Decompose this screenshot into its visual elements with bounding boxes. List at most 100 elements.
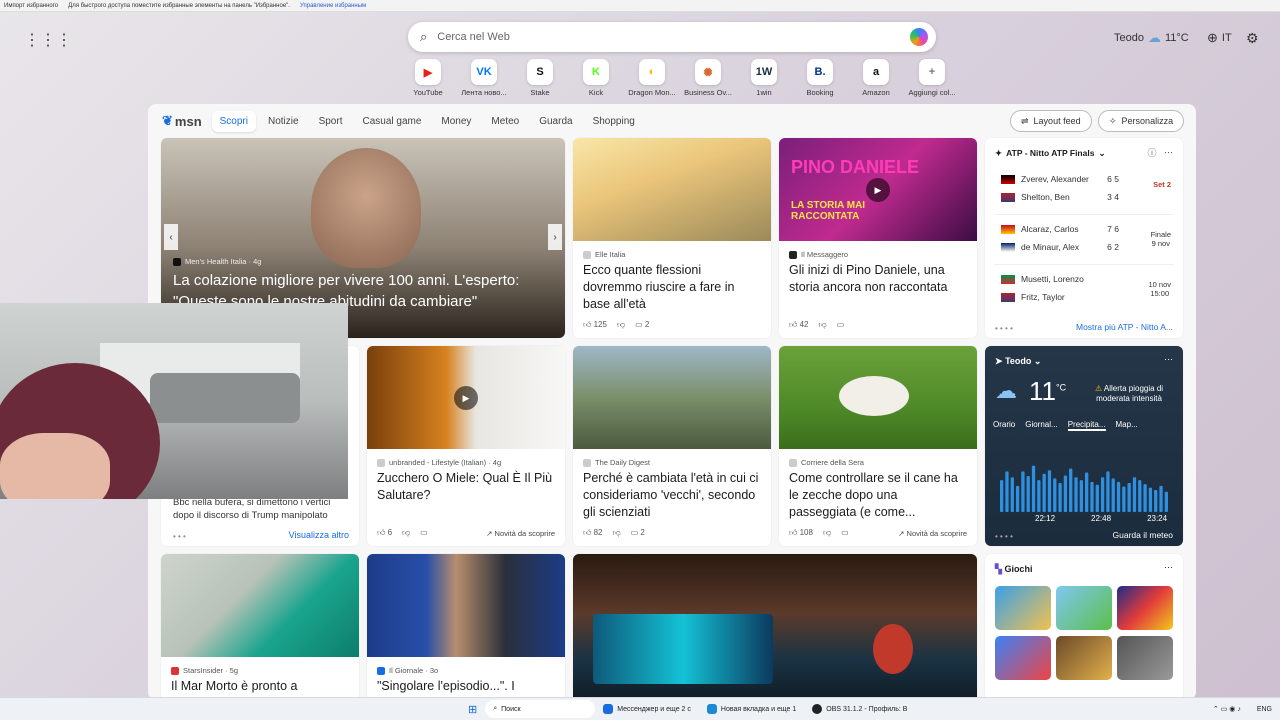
- precip-bar: [1026, 476, 1030, 512]
- quick-link[interactable]: 1W 1win: [736, 59, 792, 97]
- search-input[interactable]: Cerca nel Web: [437, 31, 510, 43]
- tab-scopri[interactable]: Scopri: [211, 110, 256, 132]
- quick-link[interactable]: ◐ Dragon Mon...: [624, 59, 680, 97]
- atp-widget[interactable]: ✦ ATP - Nitto ATP Finals ⌄ ⓘ ⋯ Zverev, Ale…: [985, 138, 1183, 338]
- game-thumbnail[interactable]: [995, 586, 1051, 630]
- trending-label: ↗ Novità da scoprire: [486, 529, 555, 538]
- search-box[interactable]: ⌕ Cerca nel Web: [408, 22, 936, 52]
- card-reactions[interactable]: 👍︎ 42 👎︎ ▭: [789, 320, 844, 330]
- like-icon: 👍︎ 125: [583, 320, 607, 329]
- atp-more-link[interactable]: Mostra più ATP - Nitto A...: [1076, 322, 1173, 332]
- tab-notizie[interactable]: Notizie: [260, 111, 307, 132]
- card-reactions[interactable]: 👍︎ 6 👎︎ ▭: [377, 528, 428, 538]
- card-reactions[interactable]: 👍︎ 82 👎︎ ▭ 2: [583, 528, 645, 538]
- divider: [995, 214, 1173, 215]
- quick-link-label: Amazon: [862, 88, 890, 97]
- card-source: The Daily Digest: [583, 458, 650, 467]
- card-title: Gli inizi di Pino Daniele, una storia an…: [789, 263, 948, 294]
- personalize-button[interactable]: ✧ Personalizza: [1098, 110, 1185, 132]
- weather-tab[interactable]: Precipita...: [1067, 420, 1106, 431]
- pager-dots: • • • •: [995, 324, 1013, 333]
- atp-header[interactable]: ✦ ATP - Nitto ATP Finals ⌄: [995, 148, 1106, 159]
- news-card-age[interactable]: The Daily Digest Perché è cambiata l'età…: [573, 346, 771, 546]
- news-card-dog[interactable]: Corriere della Sera Come controllare se …: [779, 346, 977, 546]
- taskbar-messenger[interactable]: Мессенджер и еще 2 с: [595, 700, 699, 718]
- import-favorites-link[interactable]: Импорт избранного: [4, 3, 58, 9]
- globe-icon: ⊕: [1207, 30, 1218, 45]
- game-thumbnail[interactable]: [1117, 586, 1173, 630]
- quick-link[interactable]: ✺ Business Ov...: [680, 59, 736, 97]
- games-header[interactable]: ▚ Giochi: [995, 564, 1032, 575]
- tab-sport[interactable]: Sport: [311, 111, 351, 132]
- language-indicator[interactable]: ENG: [1249, 700, 1280, 718]
- game-thumbnail[interactable]: [1117, 636, 1173, 680]
- card-reactions[interactable]: 👍︎ 108 👎︎ ▭: [789, 528, 849, 538]
- tab-shopping[interactable]: Shopping: [585, 111, 643, 132]
- tab-meteo[interactable]: Meteo: [483, 111, 527, 132]
- user-weather[interactable]: Teodo ☁ 11°C: [1114, 30, 1189, 46]
- rain-cloud-icon: ☁: [995, 378, 1017, 403]
- game-thumbnail[interactable]: [995, 636, 1051, 680]
- weather-tab[interactable]: Orario: [993, 420, 1015, 431]
- amazon-icon: a: [863, 59, 889, 85]
- copilot-icon[interactable]: [910, 28, 928, 46]
- taskbar-search[interactable]: ⌕ Поиск: [485, 700, 596, 718]
- quick-link[interactable]: ▶ YouTube: [400, 59, 456, 97]
- tab-money[interactable]: Money: [433, 111, 479, 132]
- precip-bar: [1021, 471, 1025, 512]
- news-card-pushups[interactable]: Elle Italia Ecco quante flessioni dovrem…: [573, 138, 771, 338]
- news-card-video[interactable]: [573, 554, 977, 700]
- weather-tab[interactable]: Map...: [1116, 420, 1138, 431]
- image-text-title: PINO DANIELE: [791, 157, 920, 177]
- view-more-link[interactable]: Visualizza altro: [289, 530, 349, 540]
- trending-label: ↗ Novità da scoprire: [898, 529, 967, 538]
- taskbar-edge[interactable]: Новая вкладка и еще 1: [699, 700, 804, 718]
- games-widget[interactable]: ▚ Giochi ⋯: [985, 554, 1183, 700]
- quick-link[interactable]: a Amazon: [848, 59, 904, 97]
- news-card-singolare[interactable]: Il Giornale · 3o "Singolare l'episodio..…: [367, 554, 565, 700]
- game-thumbnail[interactable]: [1056, 586, 1112, 630]
- quick-link[interactable]: VK Лента ново...: [456, 59, 512, 97]
- dislike-icon: 👎︎: [616, 320, 626, 329]
- card-reactions[interactable]: 👍︎ 125 👎︎ ▭ 2: [583, 320, 649, 330]
- hero-prev-arrow-icon[interactable]: ‹: [164, 224, 178, 250]
- quick-link[interactable]: S Stake: [512, 59, 568, 97]
- tab-guarda[interactable]: Guarda: [531, 111, 580, 132]
- more-options-icon[interactable]: ⋯: [1164, 562, 1173, 573]
- apps-grid-icon[interactable]: ⋮⋮⋮: [24, 30, 72, 50]
- weather-location[interactable]: ➤ Teodo ⌄: [995, 356, 1041, 367]
- msn-logo[interactable]: ❦ msn: [162, 113, 202, 129]
- business-icon: ✺: [695, 59, 721, 85]
- news-card-dead-sea[interactable]: StarsInsider · 5g Il Mar Morto è pronto …: [161, 554, 359, 700]
- system-tray[interactable]: ⌃ ▭ ◉ ♪: [1205, 700, 1249, 718]
- see-weather-link[interactable]: Guarda il meteo: [1113, 530, 1173, 540]
- windows-start-icon[interactable]: ⊞: [460, 700, 485, 718]
- play-icon[interactable]: ▶: [454, 386, 478, 410]
- weather-widget[interactable]: ➤ Teodo ⌄ ⋯ ☁ 11°C ⚠ Allerta pioggia di …: [985, 346, 1183, 546]
- game-thumbnail[interactable]: [1056, 636, 1112, 680]
- face-shape: [0, 433, 110, 499]
- weather-tab[interactable]: Giornal...: [1025, 420, 1057, 431]
- quick-link[interactable]: + Aggiungi col...: [904, 59, 960, 97]
- language-selector[interactable]: ⊕ IT: [1207, 30, 1232, 46]
- more-options-icon[interactable]: ⋯: [1164, 354, 1173, 365]
- quick-link[interactable]: B. Booking: [792, 59, 848, 97]
- quick-link[interactable]: K Kick: [568, 59, 624, 97]
- taskbar-obs[interactable]: OBS 31.1.2 - Профиль: B: [804, 700, 915, 718]
- manage-favorites-link[interactable]: Управление избранным: [300, 3, 366, 9]
- news-card-pino-daniele[interactable]: PINO DANIELE LA STORIA MAI RACCONTATA ▶ …: [779, 138, 977, 338]
- precip-bar: [1127, 483, 1131, 512]
- hero-next-arrow-icon[interactable]: ›: [548, 224, 562, 250]
- more-options-icon[interactable]: ⓘ ⋯: [1147, 146, 1173, 159]
- settings-gear-icon[interactable]: ⚙: [1246, 30, 1259, 47]
- quick-link-label: Booking: [806, 88, 834, 97]
- precip-bar: [1148, 487, 1153, 512]
- weather-alert[interactable]: ⚠ Allerta pioggia di moderata intensità: [1089, 384, 1169, 404]
- play-icon[interactable]: ▶: [866, 178, 890, 202]
- feed-tabs: Scopri Notizie Sport Casual game Money Meteo G…: [211, 110, 647, 132]
- layout-feed-button[interactable]: ⇌ Layout feed: [1010, 110, 1092, 132]
- tab-casual-game[interactable]: Casual game: [354, 111, 429, 132]
- flag-icon: [1001, 175, 1015, 185]
- precip-bar: [1095, 484, 1099, 512]
- news-card-honey-sugar[interactable]: ▶ unbranded - Lifestyle (Italian) · 4g Z…: [367, 346, 565, 546]
